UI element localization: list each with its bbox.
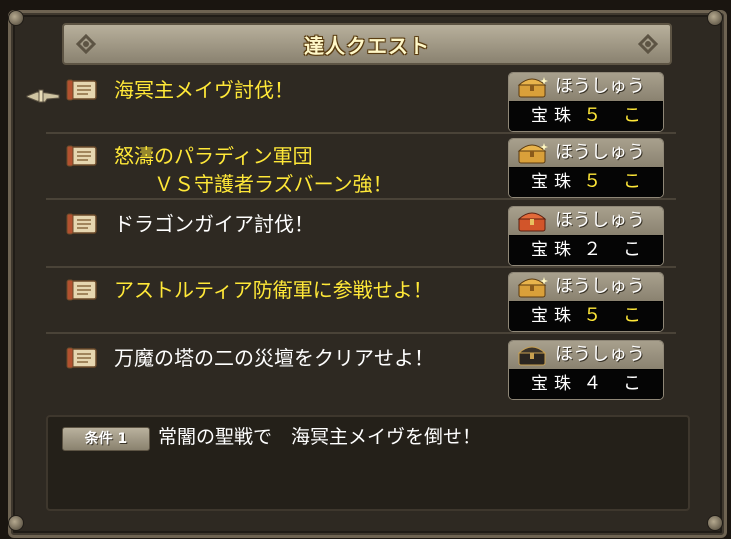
reward-box: ほうしゅう 宝珠 ５ こ — [508, 272, 664, 332]
corner-rivet-icon — [707, 515, 723, 531]
reward-box: ほうしゅう 宝珠 ４ こ — [508, 340, 664, 400]
quest-row[interactable]: ドラゴンガイア討伐！ ほうしゅう 宝珠 ２ こ — [46, 206, 676, 268]
condition-badge: 条件 1 — [62, 427, 150, 451]
quest-title: ドラゴンガイア討伐！ — [114, 212, 314, 236]
quest-title: 万魔の塔の二の災壇をクリアせよ！ — [114, 346, 434, 370]
quest-title: 怒濤のパラディン軍団 ＶＳ守護者ラズバーン強！ — [114, 144, 393, 196]
gold-chest-icon — [517, 77, 548, 98]
quest-title: 海冥主メイヴ討伐！ — [114, 78, 294, 102]
reward-count: ５ こ — [583, 171, 649, 192]
reward-item: 宝珠 — [531, 106, 577, 126]
window-title: 達人クエスト — [304, 33, 430, 58]
reward-count: ５ こ — [583, 305, 649, 326]
red-chest-icon — [517, 212, 547, 232]
reward-item: 宝珠 — [531, 374, 577, 394]
scroll-ornament-icon — [637, 33, 659, 55]
corner-rivet-icon — [8, 515, 24, 531]
reward-box: ほうしゅう 宝珠 ５ こ — [508, 72, 664, 132]
reward-count: ２ こ — [583, 239, 649, 260]
condition-panel: 条件 1 常闇の聖戦で 海冥主メイヴを倒せ！ — [46, 415, 690, 511]
gold-chest-icon — [517, 143, 548, 164]
corner-rivet-icon — [707, 10, 723, 26]
window-titlebar: 達人クエスト — [62, 23, 672, 65]
reward-header: ほうしゅう — [555, 210, 645, 231]
quest-scroll-icon — [66, 79, 97, 101]
quest-row[interactable]: アストルティア防衛軍に参戦せよ！ ほうしゅう 宝珠 ５ こ — [46, 272, 676, 334]
reward-item: 宝珠 — [531, 306, 577, 326]
reward-box: ほうしゅう 宝珠 ２ こ — [508, 206, 664, 266]
quest-row[interactable]: 万魔の塔の二の災壇をクリアせよ！ ほうしゅう 宝珠 ４ こ — [66, 340, 676, 402]
quest-row[interactable]: 怒濤のパラディン軍団 ＶＳ守護者ラズバーン強！ ほうしゅう 宝珠 ５ こ — [46, 138, 676, 200]
reward-header: ほうしゅう — [555, 344, 645, 365]
reward-count: ４ こ — [583, 373, 649, 394]
reward-item: 宝珠 — [531, 240, 577, 260]
row-divider — [46, 266, 676, 268]
reward-header: ほうしゅう — [555, 76, 645, 97]
pointing-hand-cursor-icon — [26, 89, 60, 103]
quest-title: アストルティア防衛軍に参戦せよ！ — [114, 278, 433, 302]
reward-header: ほうしゅう — [555, 142, 645, 163]
quest-row[interactable]: 海冥主メイヴ討伐！ ほうしゅう 宝珠 ５ こ — [46, 72, 676, 134]
reward-box: ほうしゅう 宝珠 ５ こ — [508, 138, 664, 198]
reward-item: 宝珠 — [531, 172, 577, 192]
black-chest-icon — [517, 346, 547, 366]
quest-scroll-icon — [66, 213, 97, 235]
row-divider — [46, 198, 676, 200]
condition-text: 常闇の聖戦で 海冥主メイヴを倒せ！ — [158, 426, 482, 448]
quest-scroll-icon — [66, 145, 97, 167]
quest-scroll-icon — [66, 279, 97, 301]
quest-scroll-icon — [66, 347, 97, 369]
row-divider — [46, 332, 676, 334]
row-divider — [46, 132, 676, 134]
reward-count: ５ こ — [583, 105, 649, 126]
reward-header: ほうしゅう — [555, 276, 645, 297]
scroll-ornament-icon — [75, 33, 97, 55]
gold-chest-icon — [517, 277, 548, 298]
corner-rivet-icon — [8, 10, 24, 26]
